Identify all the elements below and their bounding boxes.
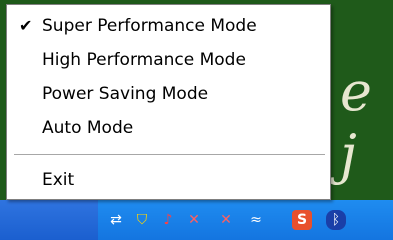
wifi-icon[interactable]: ≈: [246, 210, 266, 230]
context-menu: ✔ Super Performance Mode High Performanc…: [6, 4, 331, 200]
menu-item-label: Power Saving Mode: [42, 84, 209, 104]
menu-separator: [14, 154, 325, 155]
menu-item-label: Auto Mode: [42, 118, 134, 138]
checkmark-icon: ✔: [19, 16, 33, 35]
volume-icon[interactable]: ♪: [158, 210, 178, 230]
menu-item-label: Super Performance Mode: [42, 16, 257, 36]
menu-item-auto-mode[interactable]: Auto Mode: [7, 115, 330, 141]
s-app-icon[interactable]: S: [292, 210, 312, 230]
menu-item-high-performance-mode[interactable]: High Performance Mode: [7, 47, 330, 73]
wallpaper-text: e j: [340, 60, 374, 186]
network-disconnected-icon[interactable]: ✕: [216, 210, 236, 230]
network-disconnected-icon[interactable]: ✕: [184, 210, 204, 230]
menu-item-exit[interactable]: Exit: [7, 167, 330, 193]
menu-item-label: Exit: [42, 170, 75, 190]
menu-item-label: High Performance Mode: [42, 50, 246, 70]
menu-item-super-performance-mode[interactable]: ✔ Super Performance Mode: [7, 13, 330, 39]
security-shield-icon[interactable]: ⛉: [132, 210, 152, 230]
menu-item-power-saving-mode[interactable]: Power Saving Mode: [7, 81, 330, 107]
network-icon[interactable]: ⇄: [106, 210, 126, 230]
bluetooth-icon[interactable]: ᛒ: [326, 210, 346, 230]
